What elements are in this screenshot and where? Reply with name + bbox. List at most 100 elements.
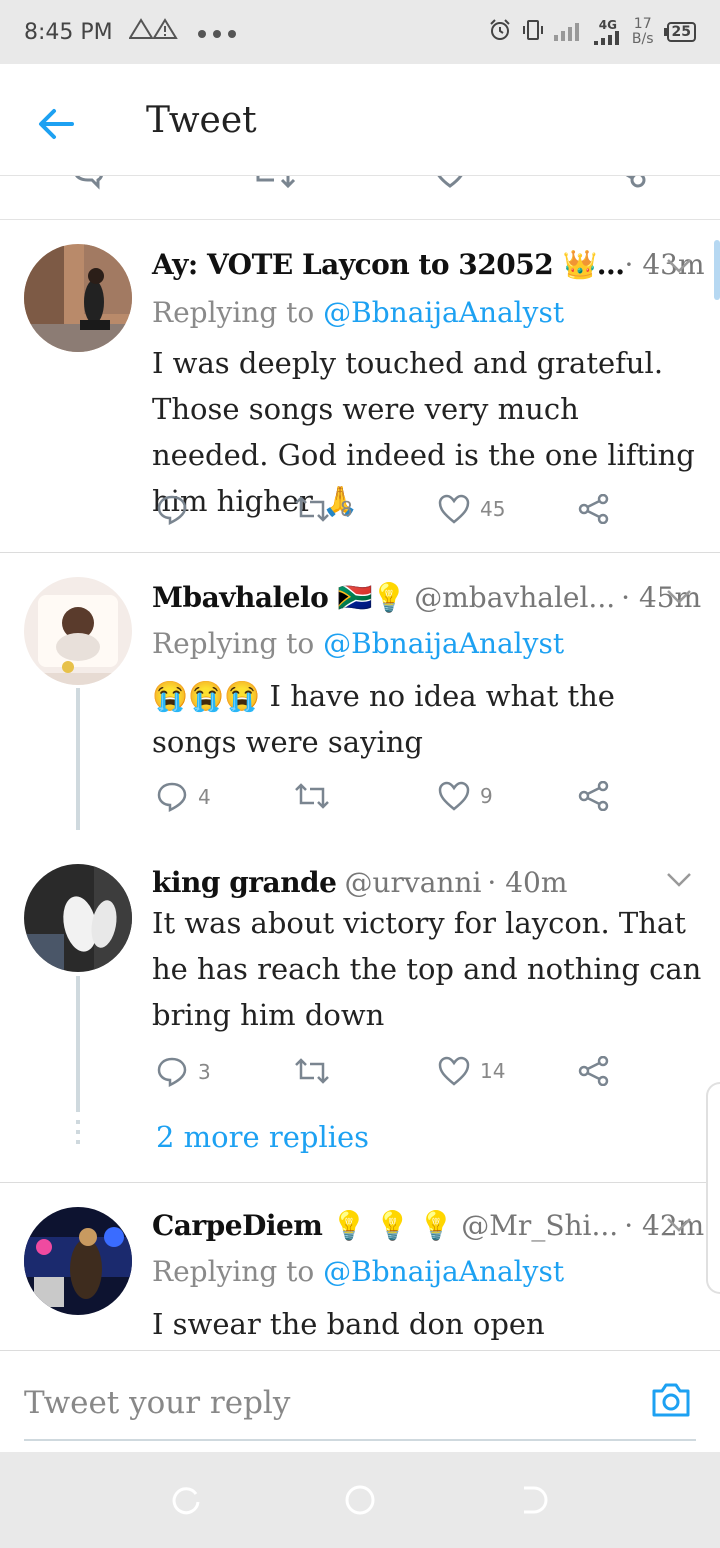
back-arrow-icon (39, 109, 74, 139)
like-button[interactable]: 9 (438, 781, 493, 811)
reply-input[interactable]: Tweet your reply (24, 1385, 290, 1421)
tweet-time: · 42m (624, 1209, 705, 1242)
reply-button[interactable]: 3 (156, 1056, 211, 1088)
retweet-button[interactable]: 8 (294, 494, 353, 524)
retweet-icon (295, 1058, 329, 1084)
tweet-time: · 40m (487, 866, 568, 899)
status-time: 8:45 PM (24, 19, 113, 45)
like-count: 9 (480, 784, 493, 808)
tweet-text: 😭😭😭 I have no idea what the songs were s… (152, 679, 615, 759)
tweet-author-name[interactable]: Mbavhalelo 🇿🇦💡 (152, 581, 407, 614)
avatar[interactable] (24, 244, 132, 352)
reply-icon (157, 495, 187, 526)
tweet-author-name[interactable]: Ay: VOTE Laycon to 32052 👑... (152, 248, 625, 281)
tweet-author-name[interactable]: CarpeDiem 💡 💡 💡 (152, 1209, 454, 1242)
back-button[interactable] (36, 104, 76, 144)
status-bar: 8:45 PM 4G 17 B/s 25 (0, 0, 720, 64)
replying-prefix: Replying to (152, 296, 324, 329)
share-button[interactable] (578, 781, 610, 811)
chevron-down-icon[interactable] (666, 1217, 692, 1233)
replying-to: Replying to @BbnaijaAnalyst (152, 296, 564, 329)
retweet-button[interactable] (294, 781, 340, 811)
reply-underline (24, 1439, 696, 1441)
edge-panel-handle[interactable] (706, 1082, 720, 1294)
tweet-time: · 43m (624, 248, 705, 281)
more-replies-link[interactable]: 2 more replies (156, 1120, 369, 1154)
like-count: 14 (480, 1059, 506, 1083)
tweet-actions: 8 45 (152, 494, 632, 534)
recents-icon (172, 1487, 200, 1515)
more-notifications-icon (197, 20, 237, 45)
network-speed-value: 17 (633, 16, 652, 32)
share-icon (578, 494, 609, 524)
signal-icon (553, 19, 584, 45)
share-icon[interactable] (608, 176, 648, 192)
tweet-actions: 4 9 (152, 781, 632, 821)
replying-to: Replying to @BbnaijaAnalyst (152, 627, 564, 660)
tweet-author-handle[interactable]: @Mr_Shi... (461, 1209, 618, 1242)
share-button[interactable] (578, 1056, 610, 1086)
mention-link[interactable]: @BbnaijaAnalyst (323, 1255, 564, 1288)
heart-icon (438, 494, 470, 524)
heart-icon (438, 1056, 470, 1086)
replying-prefix: Replying to (152, 627, 324, 660)
heart-icon[interactable] (432, 176, 468, 192)
app-header: Tweet (0, 64, 720, 176)
tweet-author-handle[interactable]: @urvanni (344, 866, 481, 899)
alarm-icon (488, 18, 512, 46)
network-type: 4G (598, 18, 617, 32)
retweet-icon (295, 783, 329, 809)
signal-icon-2 (593, 31, 619, 45)
replying-prefix: Replying to (152, 1255, 324, 1288)
mention-link[interactable]: @BbnaijaAnalyst (323, 296, 564, 329)
battery-icon: 25 (663, 22, 696, 42)
reply-count: 3 (198, 1060, 211, 1084)
retweet-button[interactable] (294, 1056, 340, 1086)
like-count: 45 (480, 497, 506, 521)
tweet[interactable]: Mbavhalelo 🇿🇦💡 @mbavhalel... · 45m Reply… (0, 553, 720, 843)
avatar[interactable] (24, 577, 132, 685)
page-title: Tweet (146, 100, 257, 141)
system-nav-bar (0, 1452, 720, 1548)
avatar[interactable] (24, 1207, 132, 1315)
heart-icon (438, 781, 470, 811)
home-button[interactable] (344, 1484, 376, 1516)
tweet[interactable]: Ay: VOTE Laycon to 32052 👑... · 43m Repl… (0, 220, 720, 552)
tweet-text: It was about victory for laycon. That he… (152, 906, 702, 1032)
tweet-author-name[interactable]: king grande (152, 866, 337, 899)
share-icon (578, 1056, 609, 1086)
reply-button[interactable]: 4 (156, 781, 211, 813)
warning-icon (127, 18, 181, 46)
tweet-actions: 3 14 (152, 1056, 632, 1096)
avatar[interactable] (24, 864, 132, 972)
chevron-down-icon[interactable] (666, 258, 692, 274)
camera-button[interactable] (650, 1381, 692, 1419)
back-nav-button[interactable] (518, 1484, 550, 1516)
share-button[interactable] (578, 494, 610, 524)
retweet-icon[interactable] (252, 176, 296, 192)
reply-icon (157, 1057, 187, 1088)
reply-button[interactable] (156, 494, 198, 526)
scrollbar[interactable] (714, 240, 720, 300)
like-button[interactable]: 14 (438, 1056, 505, 1086)
camera-icon (652, 1383, 690, 1417)
recents-button[interactable] (170, 1484, 202, 1516)
like-button[interactable]: 45 (438, 494, 505, 524)
vibrate-icon (522, 18, 544, 46)
chevron-down-icon[interactable] (666, 872, 692, 888)
home-icon (345, 1485, 375, 1515)
share-icon (578, 781, 609, 811)
reply-icon[interactable] (70, 176, 106, 192)
chevron-down-icon[interactable] (666, 589, 692, 605)
reply-icon (157, 782, 187, 813)
tweet[interactable]: CarpeDiem 💡 💡 💡 @Mr_Shi... · 42m Replyin… (0, 1183, 720, 1350)
battery-level: 25 (666, 22, 696, 42)
replying-to: Replying to @BbnaijaAnalyst (152, 1255, 564, 1288)
previous-tweet-actions (0, 176, 720, 220)
tweet[interactable]: king grande @urvanni · 40m It was about … (0, 838, 720, 1118)
retweet-icon (295, 496, 329, 522)
mention-link[interactable]: @BbnaijaAnalyst (323, 627, 564, 660)
tweet-author-handle[interactable]: @mbavhalel... (414, 581, 615, 614)
reply-count: 4 (198, 785, 211, 809)
reply-composer: Tweet your reply (0, 1350, 720, 1452)
